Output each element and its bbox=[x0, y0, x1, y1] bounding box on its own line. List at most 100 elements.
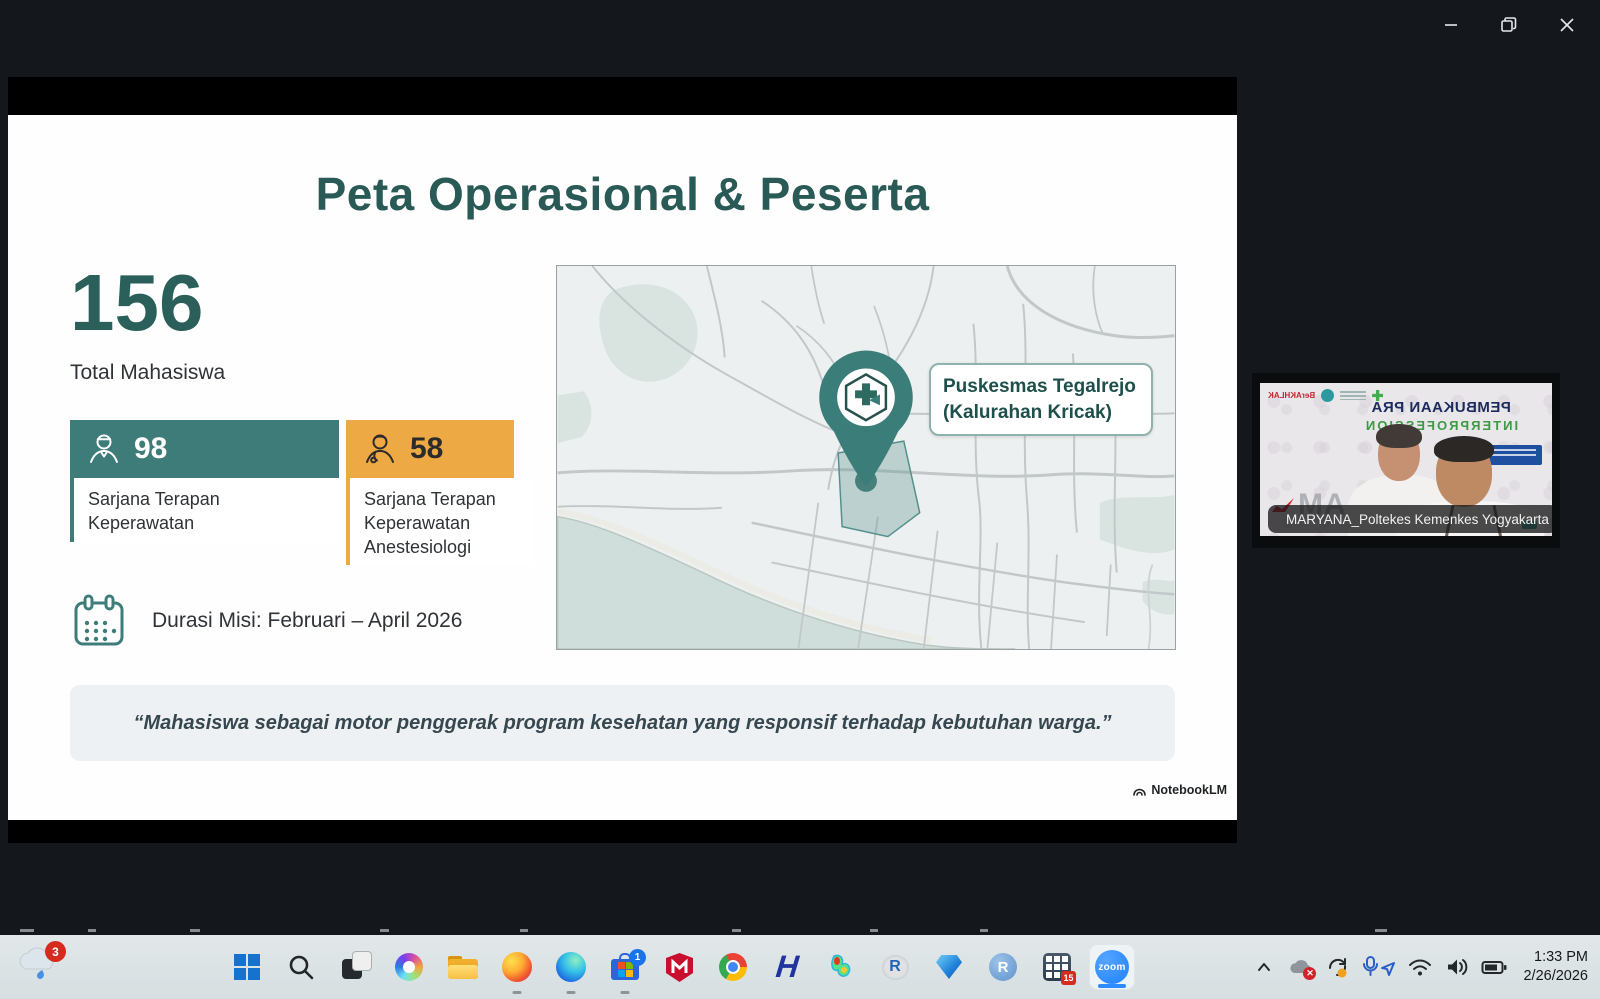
participant-video: BerAKHLAK PEMBUKAAN PRA INTERPROFESSION bbox=[1260, 383, 1552, 536]
rstudio-button[interactable]: R bbox=[976, 935, 1030, 999]
pin-label-title: Puskesmas Tegalrejo bbox=[943, 374, 1139, 400]
screen-artifact bbox=[1375, 929, 1387, 932]
map-pin-label: Puskesmas Tegalrejo (Kalurahan Kricak) bbox=[929, 363, 1153, 436]
notebooklm-label: NotebookLM bbox=[1151, 783, 1227, 797]
wifi-tray-button[interactable] bbox=[1406, 953, 1434, 981]
notebooklm-icon bbox=[1132, 784, 1147, 797]
r-language-icon: R bbox=[882, 955, 909, 980]
microphone-location-icon bbox=[1362, 955, 1396, 979]
mic-location-tray-button[interactable] bbox=[1361, 953, 1397, 981]
mission-duration: Durasi Misi: Februari – April 2026 bbox=[72, 593, 462, 649]
participant-video-tile[interactable]: BerAKHLAK PEMBUKAAN PRA INTERPROFESSION bbox=[1252, 373, 1560, 548]
microsoft-store-icon: 1 bbox=[611, 953, 639, 981]
stat-value: 98 bbox=[134, 432, 167, 466]
gem-app-button[interactable] bbox=[922, 935, 976, 999]
h-app-icon: H bbox=[774, 949, 800, 985]
stat-card-keperawatan: 98 Sarjana Terapan Keperawatan bbox=[70, 420, 339, 565]
taskbar-icons: 1 H bbox=[220, 935, 1140, 999]
gem-diamond-icon bbox=[936, 955, 962, 979]
tray-date: 2/26/2026 bbox=[1523, 967, 1588, 986]
zoom-icon: zoom bbox=[1095, 950, 1129, 984]
banner-logo-text bbox=[1340, 391, 1366, 400]
chrome-button[interactable] bbox=[706, 935, 760, 999]
apps-grid-button[interactable]: 15 bbox=[1030, 935, 1084, 999]
stat-value: 58 bbox=[410, 432, 443, 466]
hidden-icons-button[interactable] bbox=[1250, 953, 1278, 981]
screen-artifact bbox=[732, 929, 741, 932]
apps-badge: 15 bbox=[1061, 971, 1076, 985]
gis-app-button[interactable] bbox=[814, 935, 868, 999]
screen-artifact bbox=[190, 929, 200, 932]
restore-icon bbox=[1500, 16, 1518, 34]
window-controls bbox=[1432, 8, 1586, 42]
volume-tray-button[interactable] bbox=[1443, 953, 1471, 981]
edge-icon bbox=[556, 952, 586, 982]
screen-artifact bbox=[88, 929, 96, 932]
copilot-icon bbox=[395, 953, 423, 981]
minimize-button[interactable] bbox=[1432, 8, 1470, 42]
participant-name-label: MARYANA_Poltekes Kemenkes Yogyakarta bbox=[1268, 505, 1552, 533]
quote-banner: “Mahasiswa sebagai motor penggerak progr… bbox=[70, 685, 1175, 761]
nurse-icon bbox=[86, 431, 122, 467]
sync-tray-button[interactable] bbox=[1324, 953, 1352, 981]
mcafee-shield-icon bbox=[666, 953, 693, 982]
total-students-value: 156 bbox=[70, 263, 203, 343]
student-stats: 98 Sarjana Terapan Keperawatan 58 Sarjan… bbox=[70, 420, 534, 565]
slide-letterbox-bottom bbox=[8, 820, 1237, 843]
institution-logo bbox=[1321, 389, 1334, 402]
onedrive-tray-button[interactable]: ✕ bbox=[1287, 953, 1315, 981]
shared-screen: Peta Operasional & Peserta 156 Total Mah… bbox=[8, 77, 1237, 843]
stat-label: Sarjana Terapan Keperawatan bbox=[88, 488, 258, 536]
store-badge: 1 bbox=[629, 949, 646, 966]
close-icon bbox=[1559, 17, 1575, 33]
stat-card-anestesiologi: 58 Sarjana Terapan Keperawatan Anestesio… bbox=[346, 420, 534, 565]
clock-widget[interactable]: 1:33 PM 2/26/2026 bbox=[1523, 948, 1588, 986]
r-language-button[interactable]: R bbox=[868, 935, 922, 999]
zoom-active-highlight: zoom bbox=[1089, 944, 1135, 990]
restore-button[interactable] bbox=[1490, 8, 1528, 42]
chevron-up-icon bbox=[1253, 957, 1275, 977]
total-students-label: Total Mahasiswa bbox=[70, 361, 225, 385]
weather-badge: 3 bbox=[45, 941, 66, 962]
screen-artifact bbox=[870, 929, 878, 932]
screen-artifact bbox=[520, 929, 528, 932]
mcafee-button[interactable] bbox=[652, 935, 706, 999]
speaker-icon bbox=[1444, 955, 1470, 979]
sync-arrows-icon bbox=[1325, 955, 1351, 979]
duration-text: Durasi Misi: Februari – April 2026 bbox=[152, 609, 462, 633]
banner-text: PEMBUKAAN PRA INTERPROFESSION bbox=[1336, 399, 1546, 433]
edge-button[interactable] bbox=[544, 935, 598, 999]
microsoft-store-button[interactable]: 1 bbox=[598, 935, 652, 999]
task-view-button[interactable] bbox=[328, 935, 382, 999]
firefox-button[interactable] bbox=[490, 935, 544, 999]
taskbar: 3 bbox=[0, 935, 1600, 999]
firefox-icon bbox=[502, 952, 532, 982]
gis-map-icon bbox=[827, 953, 855, 981]
battery-icon bbox=[1481, 956, 1508, 979]
start-button[interactable] bbox=[220, 935, 274, 999]
slide-letterbox-top bbox=[8, 77, 1237, 115]
close-button[interactable] bbox=[1548, 8, 1586, 42]
file-explorer-button[interactable] bbox=[436, 935, 490, 999]
stat-label: Sarjana Terapan Keperawatan Anestesiolog… bbox=[364, 488, 534, 559]
notebooklm-brand: NotebookLM bbox=[1132, 783, 1227, 797]
screen-artifact bbox=[20, 929, 34, 932]
screen-artifact bbox=[380, 929, 389, 932]
windows-start-icon bbox=[234, 954, 260, 980]
h-app-button[interactable]: H bbox=[760, 935, 814, 999]
zoom-app-button[interactable]: zoom bbox=[1084, 935, 1140, 999]
weather-widget[interactable]: 3 bbox=[16, 943, 68, 991]
zoom-running-indicator bbox=[1098, 984, 1126, 988]
banner-logos: BerAKHLAK bbox=[1268, 389, 1383, 402]
tray-time: 1:33 PM bbox=[1523, 948, 1588, 967]
onedrive-error-badge: ✕ bbox=[1303, 967, 1316, 980]
city-map bbox=[557, 266, 1175, 649]
battery-tray-button[interactable] bbox=[1480, 953, 1508, 981]
system-tray: ✕ bbox=[1250, 935, 1588, 999]
participant-name: MARYANA_Poltekes Kemenkes Yogyakarta bbox=[1286, 512, 1549, 527]
map-panel: Puskesmas Tegalrejo (Kalurahan Kricak) bbox=[556, 265, 1176, 650]
calendar-icon bbox=[72, 593, 126, 649]
copilot-button[interactable] bbox=[382, 935, 436, 999]
search-button[interactable] bbox=[274, 935, 328, 999]
quote-text: “Mahasiswa sebagai motor penggerak progr… bbox=[133, 712, 1111, 735]
